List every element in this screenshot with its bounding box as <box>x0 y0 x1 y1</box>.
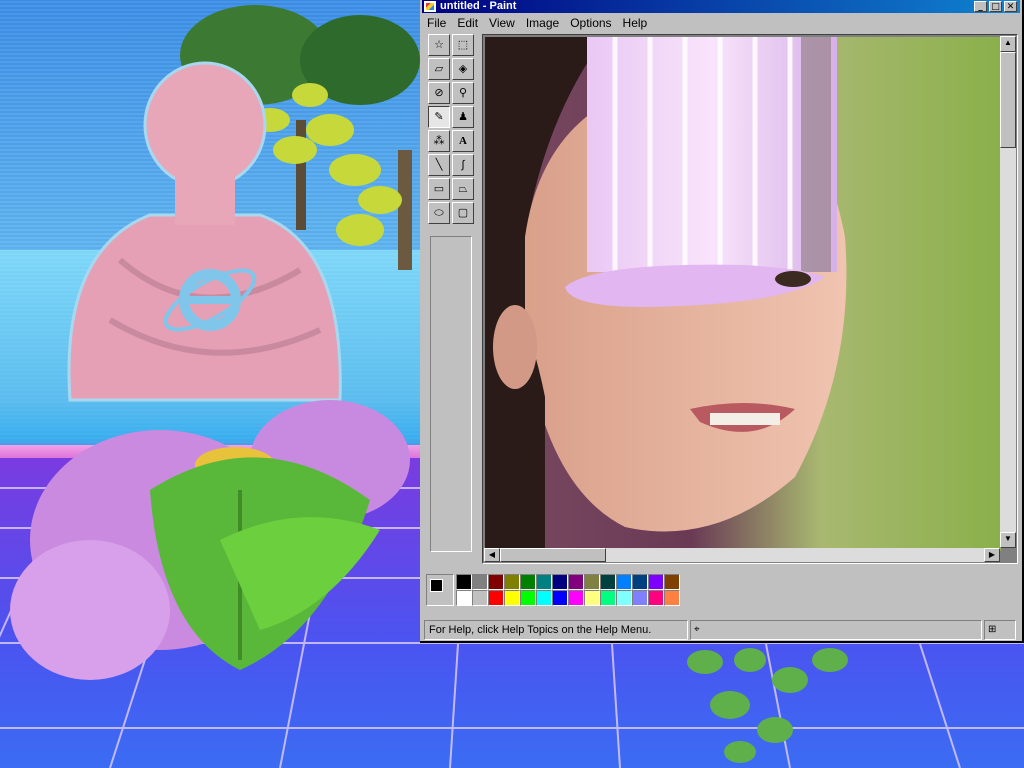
scroll-left-button[interactable]: ◀ <box>484 548 500 562</box>
paint-app-icon[interactable] <box>424 1 436 12</box>
color-swatch[interactable] <box>504 574 520 590</box>
close-button[interactable]: ✕ <box>1004 1 1017 12</box>
menu-view[interactable]: View <box>484 14 521 32</box>
menu-help[interactable]: Help <box>618 14 654 32</box>
horizontal-scrollbar[interactable]: ◀ ▶ <box>484 548 1000 562</box>
current-colors[interactable] <box>426 574 454 606</box>
status-help-text: For Help, click Help Topics on the Help … <box>424 620 688 640</box>
magnifier-icon[interactable]: ⚲ <box>452 82 474 104</box>
maximize-button[interactable]: □ <box>989 1 1002 12</box>
status-bar: For Help, click Help Topics on the Help … <box>424 620 1016 640</box>
menu-edit[interactable]: Edit <box>452 14 484 32</box>
scroll-down-button[interactable]: ▼ <box>1000 532 1016 548</box>
fill-bucket-icon[interactable]: ◈ <box>452 58 474 80</box>
color-swatch[interactable] <box>520 574 536 590</box>
pink-column <box>565 37 837 307</box>
color-swatch[interactable] <box>552 590 568 606</box>
color-swatch[interactable] <box>504 590 520 606</box>
color-swatch[interactable] <box>584 574 600 590</box>
color-swatch[interactable] <box>632 590 648 606</box>
text-tool-icon[interactable]: A <box>452 130 474 152</box>
color-swatch[interactable] <box>472 590 488 606</box>
line-icon[interactable]: ╲ <box>428 154 450 176</box>
menu-bar: File Edit View Image Options Help <box>422 14 653 32</box>
color-swatch[interactable] <box>552 574 568 590</box>
rectangle-select-icon[interactable]: ⬚ <box>452 34 474 56</box>
polygon-icon[interactable]: ⏢ <box>452 178 474 200</box>
minimize-button[interactable]: _ <box>974 1 987 12</box>
color-swatch[interactable] <box>664 574 680 590</box>
ear <box>493 305 537 389</box>
foreground-color <box>430 579 443 592</box>
color-swatch[interactable] <box>456 590 472 606</box>
vertical-scrollbar[interactable]: ▲ ▼ <box>1000 36 1016 548</box>
pick-color-icon[interactable]: ⊘ <box>428 82 450 104</box>
rounded-rectangle-icon[interactable]: ▢ <box>452 202 474 224</box>
menu-image[interactable]: Image <box>521 14 565 32</box>
menu-file[interactable]: File <box>422 14 452 32</box>
color-swatch[interactable] <box>568 574 584 590</box>
color-swatch[interactable] <box>616 590 632 606</box>
pencil-icon[interactable]: ✎ <box>428 106 450 128</box>
brush-icon[interactable]: ♟ <box>452 106 474 128</box>
color-swatch[interactable] <box>648 590 664 606</box>
color-swatch[interactable] <box>536 590 552 606</box>
color-swatch[interactable] <box>616 574 632 590</box>
flower-and-mint <box>10 400 410 680</box>
tool-options-box[interactable] <box>430 236 472 552</box>
crosshair-icon: ⌖ <box>694 624 700 635</box>
hanging-vine <box>687 648 848 763</box>
status-coordinates: ⌖ <box>690 620 982 640</box>
curve-icon[interactable]: ∫ <box>452 154 474 176</box>
ellipse-icon[interactable]: ⬭ <box>428 202 450 224</box>
color-swatch[interactable] <box>520 590 536 606</box>
color-swatch[interactable] <box>600 574 616 590</box>
vertical-scroll-thumb[interactable] <box>1000 52 1016 148</box>
menu-options[interactable]: Options <box>565 14 617 32</box>
paint-window: untitled - Paint _ □ ✕ File Edit View Im… <box>420 0 1024 643</box>
drawing-canvas[interactable] <box>485 37 1001 551</box>
title-bar[interactable]: untitled - Paint _ □ ✕ <box>422 0 1020 13</box>
status-size: ⊞ <box>984 620 1016 640</box>
airbrush-icon[interactable]: ⁂ <box>428 130 450 152</box>
scroll-up-button[interactable]: ▲ <box>1000 36 1016 52</box>
free-form-select-icon[interactable]: ☆ <box>428 34 450 56</box>
eraser-icon[interactable]: ▱ <box>428 58 450 80</box>
canvas-area: ▲ ▼ ◀ ▶ <box>482 34 1018 564</box>
window-title: untitled - Paint <box>440 0 517 12</box>
color-swatch[interactable] <box>584 590 600 606</box>
scroll-right-button[interactable]: ▶ <box>984 548 1000 562</box>
color-swatch[interactable] <box>488 590 504 606</box>
color-swatch[interactable] <box>472 574 488 590</box>
color-swatch[interactable] <box>632 574 648 590</box>
rectangle-icon[interactable]: ▭ <box>428 178 450 200</box>
color-swatch[interactable] <box>648 574 664 590</box>
color-swatches <box>456 574 680 606</box>
color-swatch[interactable] <box>568 590 584 606</box>
selection-size-icon: ⊞ <box>988 624 997 635</box>
color-swatch[interactable] <box>664 590 680 606</box>
horizontal-scroll-thumb[interactable] <box>500 548 606 562</box>
color-swatch[interactable] <box>456 574 472 590</box>
color-swatch[interactable] <box>600 590 616 606</box>
color-swatch[interactable] <box>536 574 552 590</box>
color-swatch[interactable] <box>488 574 504 590</box>
